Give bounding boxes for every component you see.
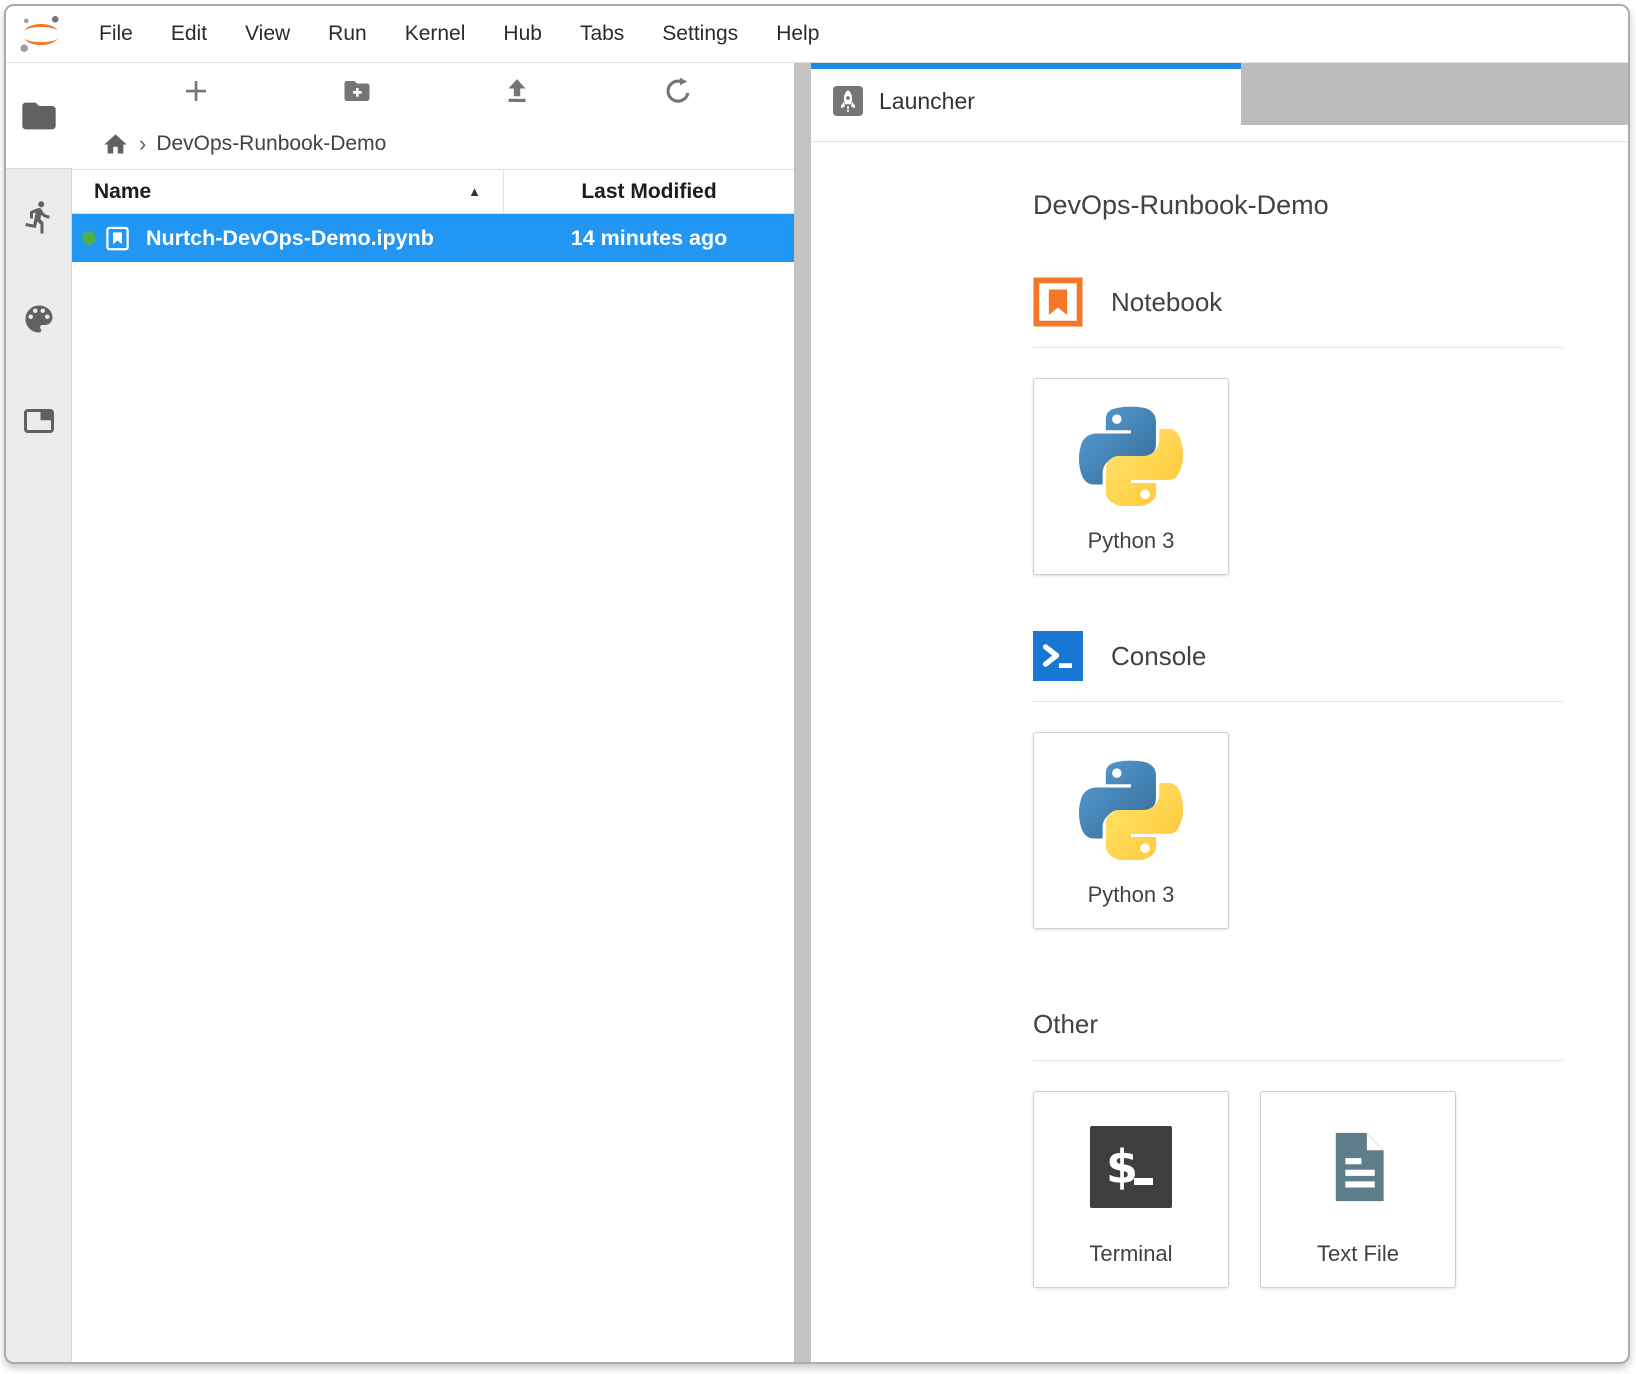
- notebook-orange-icon: [1033, 277, 1083, 327]
- home-icon[interactable]: [102, 131, 129, 158]
- panel-splitter[interactable]: [794, 63, 811, 1362]
- menu-hub[interactable]: Hub: [484, 6, 561, 62]
- section-divider: [1033, 347, 1563, 348]
- menu-tabs[interactable]: Tabs: [561, 6, 643, 62]
- menu-settings[interactable]: Settings: [643, 6, 757, 62]
- kernel-running-dot: [82, 231, 96, 245]
- sort-ascending-icon: ▲: [468, 184, 481, 199]
- console-icon: [1033, 631, 1083, 681]
- sidebar-tab-open-tabs[interactable]: [19, 401, 59, 441]
- launcher-card-notebook-python3[interactable]: Python 3: [1033, 378, 1229, 575]
- menu-view[interactable]: View: [226, 6, 309, 62]
- folder-icon: [19, 96, 59, 136]
- tab-launcher-label: Launcher: [879, 88, 975, 115]
- launcher-card-terminal[interactable]: $ Terminal: [1033, 1091, 1229, 1288]
- upload-icon: [502, 76, 532, 106]
- file-list-header: Name ▲ Last Modified: [72, 169, 794, 214]
- jupyter-logo-icon: [16, 13, 66, 55]
- new-folder-button[interactable]: [277, 63, 438, 119]
- section-divider: [1033, 1060, 1563, 1061]
- jupyterlab-window: File Edit View Run Kernel Hub Tabs Setti…: [4, 4, 1630, 1364]
- column-header-name[interactable]: Name ▲: [72, 170, 504, 213]
- python-logo-icon: [1079, 756, 1183, 860]
- file-browser-toolbar: [72, 63, 794, 119]
- running-person-icon: [21, 199, 57, 235]
- section-label-console: Console: [1111, 641, 1206, 672]
- breadcrumb-current-folder[interactable]: DevOps-Runbook-Demo: [156, 132, 386, 156]
- text-file-icon: [1317, 1126, 1399, 1208]
- launcher-section-other: Other: [1033, 1009, 1628, 1040]
- launcher-card-console-python3[interactable]: Python 3: [1033, 732, 1229, 929]
- sidebar-tab-running[interactable]: [19, 197, 59, 237]
- file-browser-panel: › DevOps-Runbook-Demo Name ▲ Last Modifi…: [72, 63, 794, 1362]
- card-label: Text File: [1317, 1241, 1399, 1267]
- launcher-card-text-file[interactable]: Text File: [1260, 1091, 1456, 1288]
- breadcrumb: › DevOps-Runbook-Demo: [72, 119, 794, 169]
- section-label-other: Other: [1033, 1009, 1098, 1040]
- menu-kernel[interactable]: Kernel: [386, 6, 485, 62]
- dock-panel: Launcher DevOps-Runbook-Demo Notebook: [811, 63, 1628, 1362]
- plus-icon: [181, 76, 211, 106]
- breadcrumb-separator: ›: [139, 131, 146, 157]
- svg-text:$: $: [1106, 1140, 1138, 1194]
- tabs-icon: [21, 403, 57, 439]
- launcher-rocket-icon: [833, 86, 863, 116]
- new-launcher-button[interactable]: [116, 63, 277, 119]
- dock-tab-bar: Launcher: [811, 63, 1628, 141]
- menu-help[interactable]: Help: [757, 6, 838, 62]
- section-divider: [1033, 701, 1563, 702]
- launcher-title: DevOps-Runbook-Demo: [1033, 190, 1628, 221]
- section-label-notebook: Notebook: [1111, 287, 1222, 318]
- refresh-icon: [663, 76, 693, 106]
- tab-launcher[interactable]: Launcher: [811, 63, 1241, 133]
- card-label: Python 3: [1088, 882, 1175, 908]
- menu-edit[interactable]: Edit: [152, 6, 226, 62]
- file-row[interactable]: Nurtch-DevOps-Demo.ipynb 14 minutes ago: [72, 214, 794, 262]
- upload-button[interactable]: [437, 63, 598, 119]
- activity-bar: [6, 63, 72, 1362]
- notebook-file-icon: [104, 225, 131, 252]
- python-logo-icon: [1079, 402, 1183, 506]
- menu-file[interactable]: File: [80, 6, 152, 62]
- file-name: Nurtch-DevOps-Demo.ipynb: [146, 226, 434, 251]
- new-folder-icon: [342, 76, 372, 106]
- column-header-last-modified[interactable]: Last Modified: [504, 180, 794, 204]
- launcher-panel: DevOps-Runbook-Demo Notebook: [811, 141, 1628, 1362]
- sidebar-tab-commands[interactable]: [19, 299, 59, 339]
- sidebar-tab-files[interactable]: [6, 63, 72, 168]
- palette-icon: [21, 301, 57, 337]
- launcher-section-console: Console: [1033, 631, 1628, 681]
- terminal-icon: $: [1090, 1126, 1172, 1208]
- file-last-modified: 14 minutes ago: [504, 226, 794, 251]
- refresh-button[interactable]: [598, 63, 759, 119]
- card-label: Python 3: [1088, 528, 1175, 554]
- launcher-section-notebook: Notebook: [1033, 277, 1628, 327]
- card-label: Terminal: [1089, 1241, 1172, 1267]
- menu-bar: File Edit View Run Kernel Hub Tabs Setti…: [6, 6, 1628, 63]
- menu-run[interactable]: Run: [309, 6, 386, 62]
